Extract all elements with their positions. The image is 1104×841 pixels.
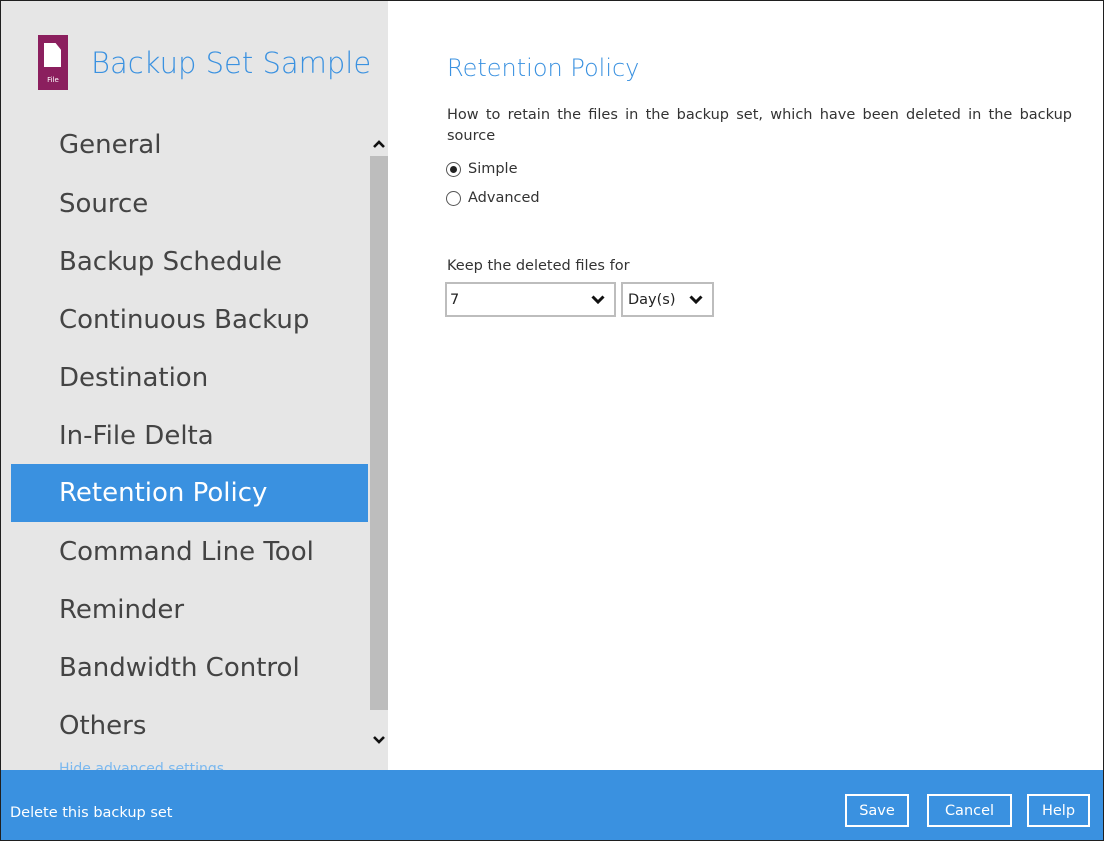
backup-set-name: Backup Set Sample (91, 46, 372, 80)
advanced-radio-button[interactable] (446, 190, 461, 206)
sidebar-scrollbar-thumb[interactable] (370, 156, 388, 710)
delete-backup-set-link[interactable]: Delete this backup set (10, 805, 173, 821)
keep-unit: Day(s) (628, 291, 676, 308)
simple-radio-button[interactable] (446, 161, 461, 177)
help-button[interactable]: Help (1027, 794, 1090, 827)
advanced-option-label: Advanced (468, 190, 540, 206)
chevron-down-icon (687, 295, 705, 304)
sidebar-item-bandwidth-control[interactable]: Bandwidth Control (11, 639, 368, 697)
sidebar-item-source[interactable]: Source (11, 175, 368, 233)
file-page-shape (44, 43, 61, 67)
scroll-up-icon[interactable] (370, 134, 388, 154)
retention-policy-panel: Retention Policy How to retain the files… (388, 1, 1103, 770)
keep-value-select[interactable]: 7 (445, 282, 616, 317)
footer-bar: Delete this backup set Save Cancel Help (1, 770, 1103, 840)
file-icon: File (38, 35, 68, 90)
keep-value: 7 (450, 291, 460, 308)
file-icon-tag: File (47, 76, 59, 84)
sidebar-item-retention-policy[interactable]: Retention Policy (11, 464, 368, 522)
sidebar-item-destination[interactable]: Destination (11, 349, 368, 407)
save-button[interactable]: Save (845, 794, 909, 827)
scroll-down-icon[interactable] (370, 730, 388, 750)
sidebar-item-continuous-backup[interactable]: Continuous Backup (11, 291, 368, 349)
sidebar-item-others[interactable]: Others (11, 697, 368, 755)
sidebar-item-command-line-tool[interactable]: Command Line Tool (11, 523, 368, 581)
hide-advanced-settings-link[interactable]: Hide advanced settings (59, 761, 224, 770)
keep-unit-select[interactable]: Day(s) (621, 282, 714, 317)
simple-option-label: Simple (468, 161, 518, 177)
sidebar-item-general[interactable]: General (11, 116, 368, 174)
page-title: Retention Policy (447, 54, 640, 82)
simple-option[interactable]: Simple (446, 158, 518, 180)
cancel-button[interactable]: Cancel (927, 794, 1012, 827)
keep-deleted-files-label: Keep the deleted files for (447, 258, 630, 274)
retention-description: How to retain the files in the backup se… (447, 107, 1072, 144)
backup-set-settings-window: File Backup Set Sample General Source Ba… (0, 0, 1104, 841)
settings-sidebar: File Backup Set Sample General Source Ba… (1, 1, 388, 770)
sidebar-item-backup-schedule[interactable]: Backup Schedule (11, 233, 368, 291)
advanced-option[interactable]: Advanced (446, 187, 540, 209)
sidebar-item-in-file-delta[interactable]: In-File Delta (11, 407, 368, 465)
sidebar-item-reminder[interactable]: Reminder (11, 581, 368, 639)
chevron-down-icon (589, 295, 607, 304)
